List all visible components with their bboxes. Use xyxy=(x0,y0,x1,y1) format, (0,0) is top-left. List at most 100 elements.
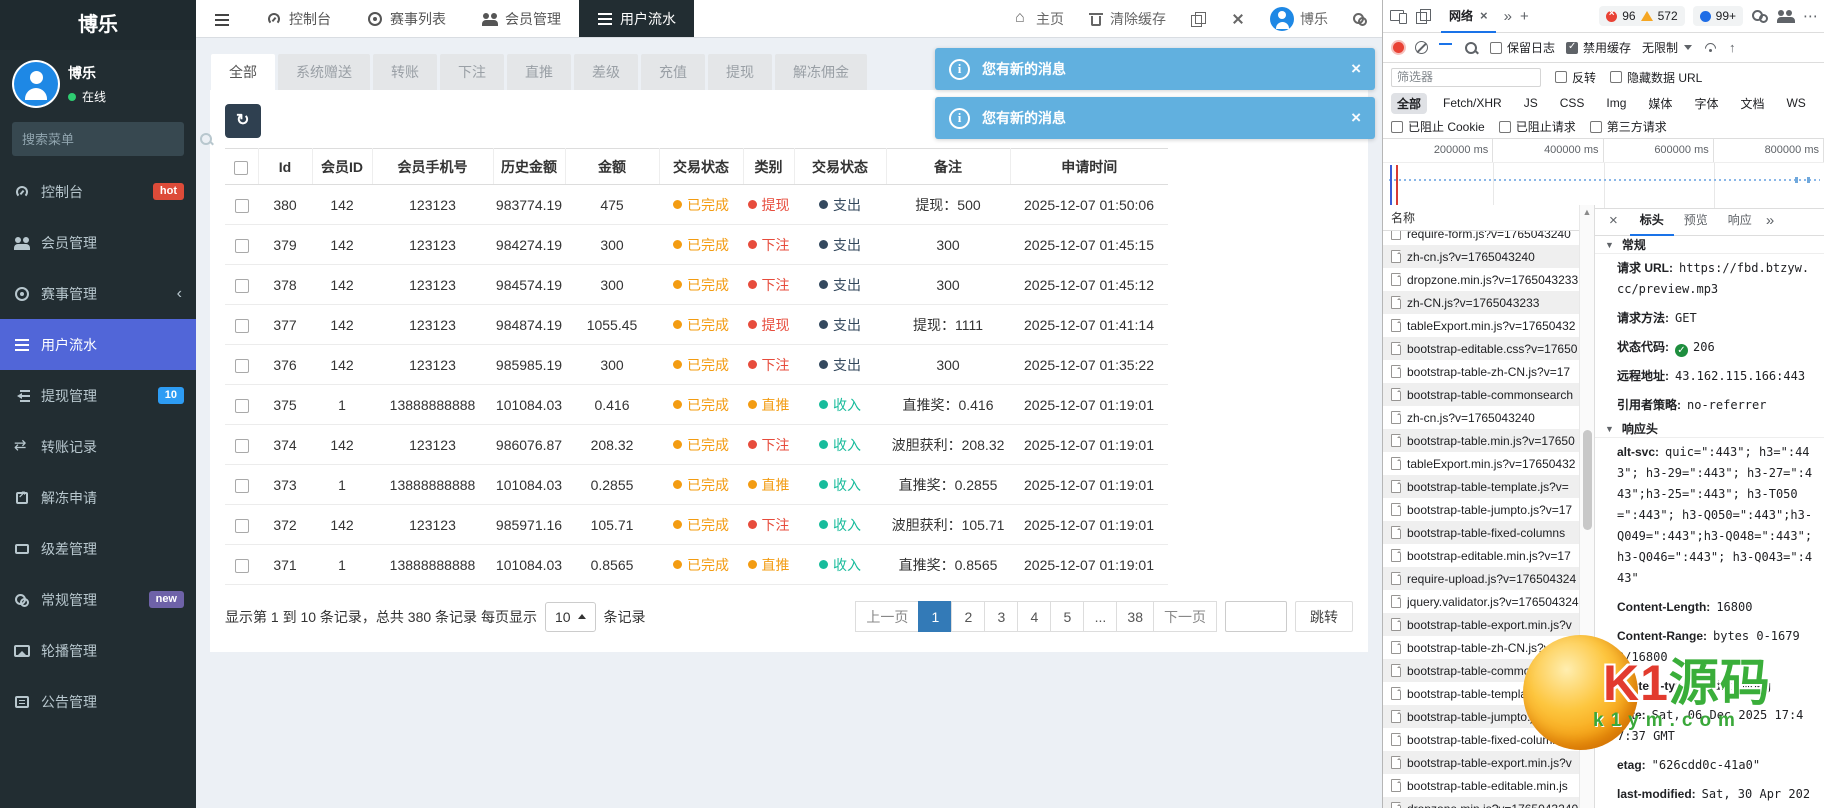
request-row[interactable]: dropzone.min.js?v=1765043240 xyxy=(1383,797,1579,808)
sidebar-item[interactable]: 用户流水 xyxy=(0,319,196,370)
search-icon[interactable] xyxy=(198,131,214,147)
row-checkbox[interactable] xyxy=(234,238,249,253)
blocked-filter-checkbox[interactable]: 已阻止请求 xyxy=(1498,118,1576,135)
notifications-badge[interactable]: 99+ xyxy=(1692,6,1743,26)
request-row[interactable]: bootstrap-table.min.js?v=17650 xyxy=(1383,429,1579,452)
add-tab-icon[interactable]: + xyxy=(1520,8,1529,25)
issues-badge[interactable]: 96 572 xyxy=(1599,6,1685,26)
table-row[interactable]: 379 142 123123 984274.19 300 已完成 下注 支出 3… xyxy=(225,224,1168,265)
filter-tab[interactable]: 全部 xyxy=(211,54,275,90)
request-row[interactable]: bootstrap-table-template.js?v= xyxy=(1383,682,1579,705)
sidebar-item[interactable]: 轮播管理 xyxy=(0,625,196,676)
page-size-select[interactable]: 10 xyxy=(544,601,596,632)
request-row[interactable]: bootstrap-table-export.min.js?v xyxy=(1383,751,1579,774)
more-tabs-icon[interactable]: » xyxy=(1504,8,1512,25)
request-row[interactable]: bootstrap-table-commonsearch xyxy=(1383,659,1579,682)
row-checkbox[interactable] xyxy=(234,558,249,573)
request-row[interactable]: require-upload.js?v=176504324 xyxy=(1383,567,1579,590)
sidebar-search-input[interactable] xyxy=(22,131,198,147)
table-row[interactable]: 374 142 123123 986076.87 208.32 已完成 下注 收… xyxy=(225,424,1168,465)
network-timeline[interactable]: 200000 ms 400000 ms 600000 ms 800000 ms xyxy=(1383,139,1824,209)
type-filter-chip[interactable]: 字体 xyxy=(1688,93,1724,114)
request-row[interactable]: bootstrap-table-jumpto.js?v=17 xyxy=(1383,498,1579,521)
profile-icon[interactable] xyxy=(1777,8,1795,24)
request-row[interactable]: bootstrap-table-jumpto.js?v=17 xyxy=(1383,705,1579,728)
filter-tab[interactable]: 充值 xyxy=(641,54,705,90)
page-button[interactable]: 4 xyxy=(1017,601,1052,632)
invert-checkbox[interactable]: 反转 xyxy=(1555,69,1596,86)
hide-data-url-checkbox[interactable]: 隐藏数据 URL xyxy=(1610,69,1702,86)
request-row[interactable]: bootstrap-table-zh-CN.js?v=17 xyxy=(1383,636,1579,659)
filter-tab[interactable]: 解冻佣金 xyxy=(775,54,867,90)
sidebar-search[interactable] xyxy=(12,122,212,156)
network-filter-input[interactable] xyxy=(1391,67,1541,87)
page-button[interactable]: ... xyxy=(1083,601,1118,632)
close-detail-icon[interactable]: × xyxy=(1601,212,1626,229)
request-row[interactable]: zh-cn.js?v=1765043240 xyxy=(1383,406,1579,429)
record-icon[interactable] xyxy=(1393,42,1404,53)
close-icon[interactable]: × xyxy=(1351,59,1361,79)
sidebar-item[interactable]: 公告管理 xyxy=(0,676,196,727)
navbar-tab[interactable]: 用户流水 xyxy=(579,0,694,37)
detail-tab[interactable]: 预览 xyxy=(1674,205,1718,236)
navbar-tab[interactable]: 赛事列表 xyxy=(349,0,464,37)
search-icon[interactable] xyxy=(1463,40,1479,56)
page-button[interactable]: 1 xyxy=(918,601,953,632)
table-row[interactable]: 378 142 123123 984574.19 300 已完成 下注 支出 3… xyxy=(225,264,1168,305)
sidebar-item[interactable]: 控制台 hot xyxy=(0,166,196,217)
table-row[interactable]: 373 1 13888888888 101084.03 0.2855 已完成 直… xyxy=(225,464,1168,505)
scroll-up-icon[interactable]: ▲ xyxy=(1580,207,1594,217)
device-toolbar-icon[interactable] xyxy=(1389,8,1407,24)
table-row[interactable]: 380 142 123123 983774.19 475 已完成 提现 支出 提… xyxy=(225,184,1168,225)
toast[interactable]: i 您有新的消息 × xyxy=(935,97,1375,139)
request-row[interactable]: bootstrap-table-template.js?v= xyxy=(1383,475,1579,498)
page-button[interactable]: 下一页 xyxy=(1153,601,1217,632)
preserve-log-checkbox[interactable]: 保留日志 xyxy=(1490,39,1555,56)
filter-tab[interactable]: 系统赠送 xyxy=(278,54,370,90)
request-row[interactable]: bootstrap-table-fixed-columns xyxy=(1383,521,1579,544)
request-row[interactable]: bootstrap-table-zh-CN.js?v=17 xyxy=(1383,360,1579,383)
sidebar-item[interactable]: 解冻申请 xyxy=(0,472,196,523)
settings-button[interactable] xyxy=(1352,11,1368,27)
disable-cache-checkbox[interactable]: 禁用缓存 xyxy=(1566,39,1631,56)
network-conditions-icon[interactable] xyxy=(1703,42,1718,54)
jump-button[interactable]: 跳转 xyxy=(1295,601,1353,632)
detail-tab[interactable]: 响应 xyxy=(1718,205,1762,236)
scrollbar-thumb[interactable] xyxy=(1583,430,1592,530)
type-filter-chip[interactable]: 媒体 xyxy=(1642,93,1678,114)
filter-icon[interactable] xyxy=(1439,42,1452,53)
select-all-checkbox[interactable] xyxy=(234,160,249,175)
filter-tab[interactable]: 差级 xyxy=(574,54,638,90)
sidebar-item[interactable]: 常规管理 new xyxy=(0,574,196,625)
copy-button[interactable] xyxy=(1190,11,1206,27)
type-filter-chip[interactable]: CSS xyxy=(1554,94,1591,112)
detail-tab[interactable]: 标头 xyxy=(1629,205,1674,236)
request-row[interactable]: bootstrap-table-commonsearch xyxy=(1383,383,1579,406)
close-tab-icon[interactable]: × xyxy=(1480,8,1488,23)
response-headers-section-header[interactable]: ▼ 响应头 xyxy=(1595,420,1824,438)
table-row[interactable]: 377 142 123123 984874.19 1055.45 已完成 提现 … xyxy=(225,304,1168,345)
general-section-header[interactable]: ▼ 常规 xyxy=(1595,236,1824,254)
refresh-button[interactable] xyxy=(225,104,261,138)
row-checkbox[interactable] xyxy=(234,278,249,293)
filter-tab[interactable]: 提现 xyxy=(708,54,772,90)
request-row[interactable]: bootstrap-table-export.min.js?v xyxy=(1383,613,1579,636)
request-row[interactable]: zh-CN.js?v=1765043233 xyxy=(1383,291,1579,314)
clear-icon[interactable] xyxy=(1415,41,1428,54)
sidebar-item[interactable]: 转账记录 xyxy=(0,421,196,472)
row-checkbox[interactable] xyxy=(234,518,249,533)
inspect-element-icon[interactable] xyxy=(1415,8,1433,24)
request-row[interactable]: bootstrap-table-fixed-columns xyxy=(1383,728,1579,751)
type-filter-chip[interactable]: JS xyxy=(1518,94,1544,112)
request-row[interactable]: dropzone.min.js?v=1765043233 xyxy=(1383,268,1579,291)
type-filter-chip[interactable]: Fetch/XHR xyxy=(1437,94,1508,112)
close-icon[interactable]: × xyxy=(1351,108,1361,128)
table-row[interactable]: 375 1 13888888888 101084.03 0.416 已完成 直推… xyxy=(225,384,1168,425)
request-row[interactable]: zh-cn.js?v=1765043240 xyxy=(1383,245,1579,268)
page-button[interactable]: 5 xyxy=(1050,601,1085,632)
sidebar-item[interactable]: 级差管理 xyxy=(0,523,196,574)
request-row[interactable]: bootstrap-table-editable.min.js xyxy=(1383,774,1579,797)
import-har-icon[interactable]: ↑ xyxy=(1729,40,1736,55)
page-button[interactable]: 3 xyxy=(984,601,1019,632)
navbar-tab[interactable]: 控制台 xyxy=(248,0,349,37)
